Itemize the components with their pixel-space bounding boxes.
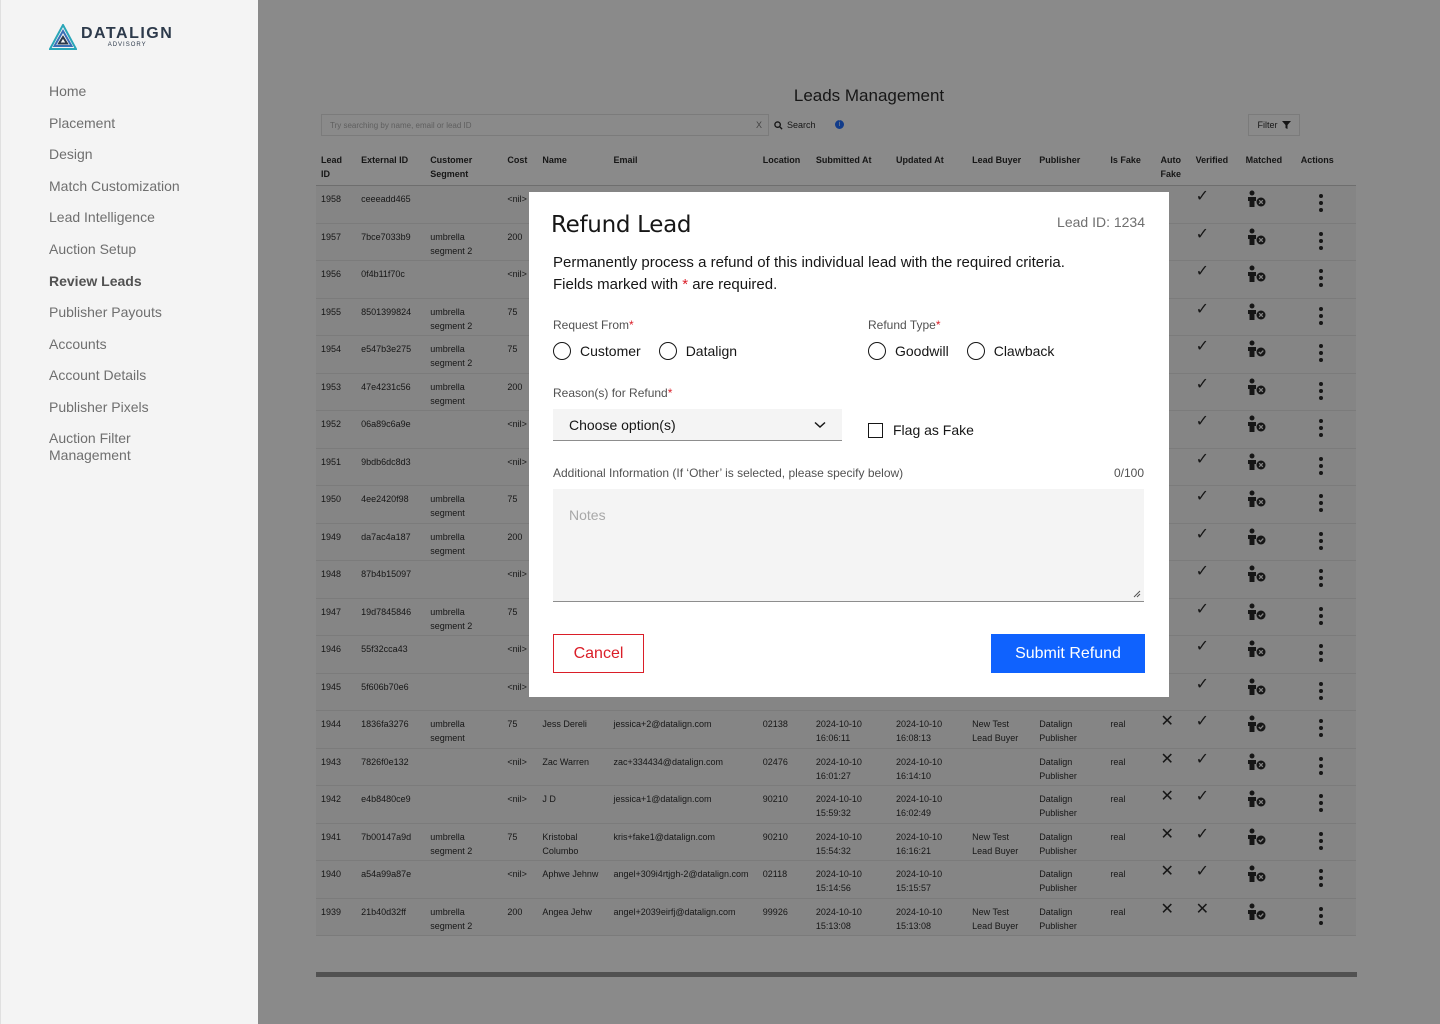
flag-fake-checkbox[interactable]: Flag as Fake [868,422,974,438]
brand-name: DATALIGN [81,25,174,42]
radio-circle-icon[interactable] [553,342,571,360]
desc-text: are required. [688,276,778,293]
brand-logo[interactable]: DATALIGN ADVISORY [49,24,173,50]
refund-lead-modal: Refund Lead Lead ID: 1234 Permanently pr… [529,192,1169,697]
radio-goodwill[interactable]: Goodwill [868,342,949,360]
sidebar-item-lead-intelligence[interactable]: Lead Intelligence [49,208,180,240]
brand-subtitle: ADVISORY [107,42,147,48]
triangle-logo-icon [49,24,77,50]
modal-description: Permanently process a refund of this ind… [553,252,1153,296]
character-counter: 0/100 [1113,466,1144,480]
refund-type-label: Refund Type* [868,318,941,332]
refund-type-field: Refund Type* Goodwill Clawback [868,318,1054,360]
radio-label: Customer [580,343,641,359]
sidebar: DATALIGN ADVISORY Home Placement Design … [0,0,258,1024]
modal-description-line-1: Permanently process a refund of this ind… [553,254,1065,271]
reasons-dropdown-value: Choose option(s) [569,416,676,433]
desc-text: Fields marked with [553,276,683,293]
request-from-radio-group: Customer Datalign [553,342,737,360]
radio-datalign[interactable]: Datalign [658,342,738,360]
request-from-field: Request From* Customer Datalign [553,318,737,360]
modal-description-line-2: Fields marked with * are required. [553,274,1153,296]
sidebar-nav: Home Placement Design Match Customizatio… [49,82,180,463]
modal-title: Refund Lead [551,212,692,238]
refund-type-radio-group: Goodwill Clawback [868,342,1054,360]
sidebar-item-accounts[interactable]: Accounts [49,335,180,367]
radio-circle-icon[interactable] [966,342,985,360]
radio-clawback[interactable]: Clawback [966,342,1055,360]
radio-label: Clawback [993,343,1055,359]
resize-handle-icon[interactable] [1133,590,1141,598]
sidebar-item-auction-filter-management[interactable]: Auction Filter Management [49,430,159,463]
cancel-button[interactable]: Cancel [553,634,644,673]
notes-placeholder: Notes [569,507,606,523]
flag-fake-label: Flag as Fake [893,422,974,438]
sidebar-item-match-customization[interactable]: Match Customization [49,177,180,209]
sidebar-item-placement[interactable]: Placement [49,114,180,146]
sidebar-item-design[interactable]: Design [49,145,180,177]
sidebar-item-home[interactable]: Home [49,82,180,114]
chevron-down-icon [814,421,826,428]
notes-textarea[interactable]: Notes [553,489,1144,602]
modal-lead-id: Lead ID: 1234 [1057,214,1145,230]
radio-circle-icon[interactable] [658,342,677,360]
reasons-field: Reason(s) for Refund* Choose option(s) [553,386,842,441]
sidebar-item-review-leads[interactable]: Review Leads [49,272,180,304]
radio-label: Datalign [685,343,738,359]
submit-refund-button[interactable]: Submit Refund [991,634,1145,673]
sidebar-item-publisher-pixels[interactable]: Publisher Pixels [49,398,180,430]
request-from-label: Request From* [553,318,634,332]
additional-info-label: Additional Information (If ‘Other’ is se… [553,466,904,480]
reasons-label: Reason(s) for Refund* [553,386,673,400]
sidebar-item-account-details[interactable]: Account Details [49,366,180,398]
checkbox-icon[interactable] [868,422,883,438]
sidebar-item-publisher-payouts[interactable]: Publisher Payouts [49,303,180,335]
radio-customer[interactable]: Customer [553,342,641,360]
radio-circle-icon[interactable] [868,342,886,360]
reasons-dropdown[interactable]: Choose option(s) [553,409,842,441]
radio-label: Goodwill [895,343,949,359]
sidebar-item-auction-setup[interactable]: Auction Setup [49,240,180,272]
